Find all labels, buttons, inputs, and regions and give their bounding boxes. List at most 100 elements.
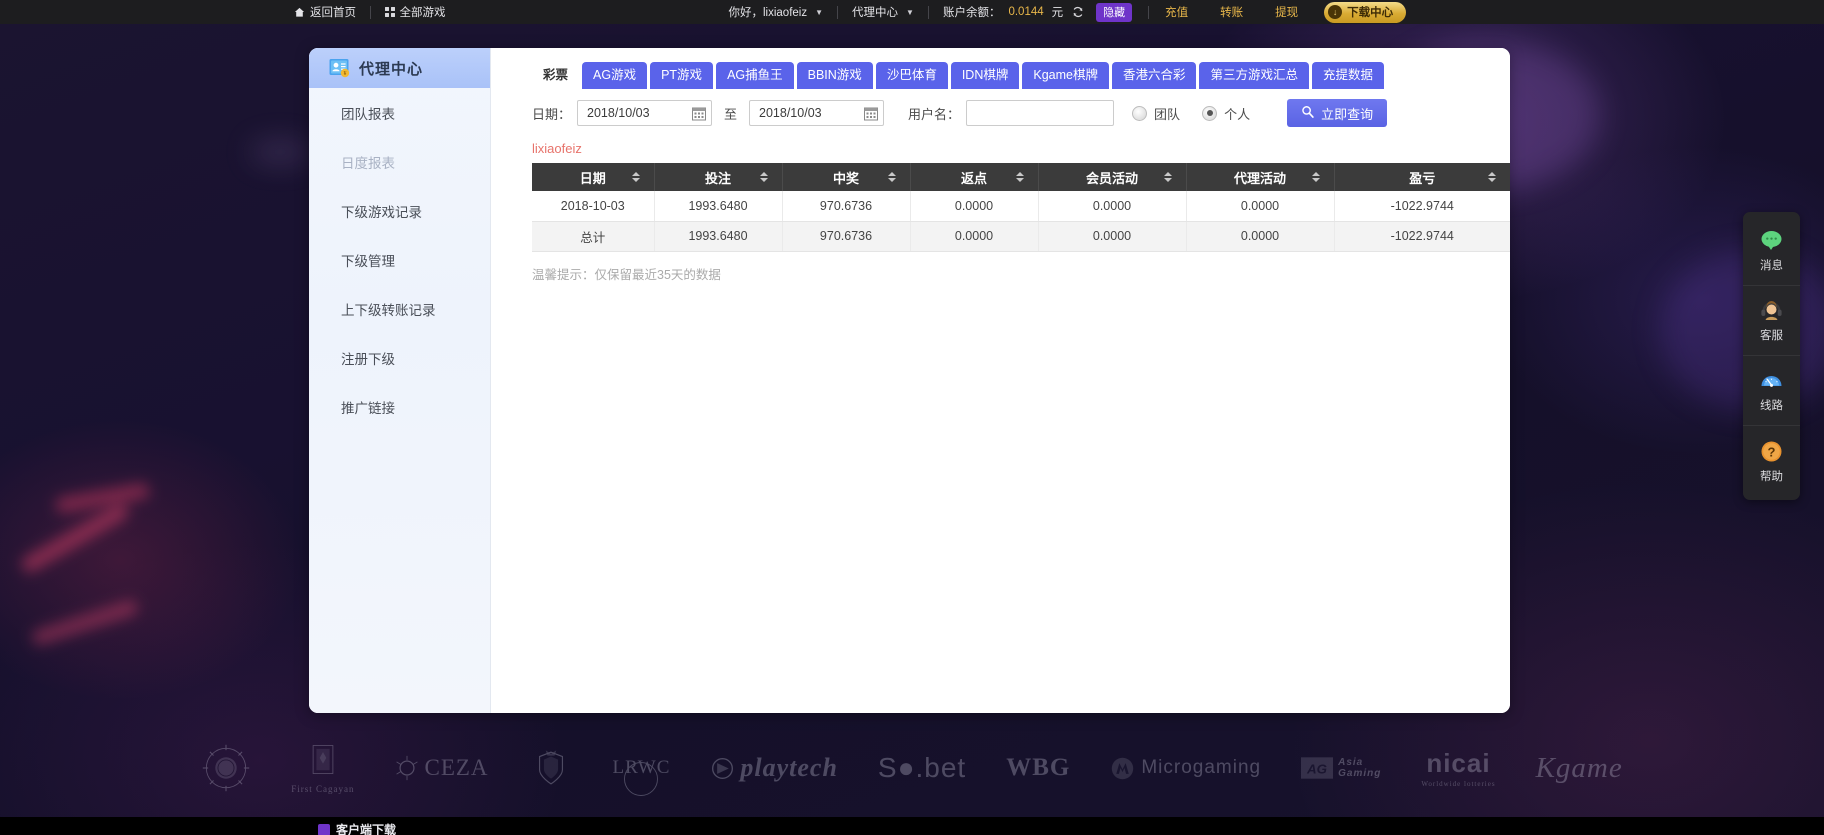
message-bubble-icon [1759,228,1784,253]
home-link-label: 返回首页 [310,7,356,19]
table-total-row: 总计 1993.6480 970.6736 0.0000 0.0000 0.00… [532,221,1510,252]
nebula-streak [54,481,151,515]
date-range-label: 日期： [532,106,572,122]
tab-idn-poker[interactable]: IDN棋牌 [950,62,1020,89]
bottom-bar: 客户端下载 [0,817,1824,835]
tab-third-party-summary[interactable]: 第三方游戏汇总 [1199,62,1309,89]
username-input[interactable] [966,100,1115,126]
sidebar-item-team-report[interactable]: 团队报表 [309,88,490,137]
top-navigation-bar: 返回首页 全部游戏 你好，lixiaofeiz ▼ 代理中心 ▼ 账户余额： 0… [0,0,1824,24]
all-games-link[interactable]: 全部游戏 [371,0,460,24]
tab-label: PT游戏 [661,68,703,82]
query-button-label: 立即查询 [1321,106,1374,122]
agent-center-card: ¥ 代理中心 团队报表 日度报表 下级游戏记录 下级管理 上下级转账记录 注册下… [309,48,1510,713]
sort-icon[interactable] [631,172,640,182]
balance-unit: 元 [1051,7,1064,19]
date-from-value: 2018/10/03 [587,106,650,120]
calendar-icon[interactable] [864,106,879,121]
tab-lottery[interactable]: 彩票 [532,62,580,89]
grid-icon [385,7,395,17]
home-link[interactable]: 返回首页 [280,0,370,24]
playtech-logo: playtech [710,753,838,783]
refresh-icon[interactable] [1072,6,1084,18]
sort-icon[interactable] [759,172,768,182]
sort-icon[interactable] [1163,172,1172,182]
client-download-icon [318,823,330,835]
tab-ag-games[interactable]: AG游戏 [582,62,648,89]
dock-item-messages[interactable]: 消息 [1743,216,1800,286]
sidebar-item-sub-management[interactable]: 下级管理 [309,235,490,284]
sidebar-item-daily-report[interactable]: 日度报表 [309,137,490,186]
content-area: 彩票 AG游戏 PT游戏 AG捕鱼王 BBIN游戏 沙巴体育 IDN棋牌 Kga… [491,48,1510,713]
tab-label: 第三方游戏汇总 [1210,68,1298,82]
microgaming-logo: Microgaming [1110,756,1261,781]
dock-item-line[interactable]: 线路 [1743,356,1800,426]
column-header-win[interactable]: 中奖 [782,163,911,191]
sidebar-item-sub-game-records[interactable]: 下级游戏记录 [309,186,490,235]
cell-total-member-activity: 0.0000 [1038,221,1187,252]
column-header-agent-activity[interactable]: 代理活动 [1186,163,1335,191]
date-from-field[interactable]: 2018/10/03 [577,100,713,126]
agent-center-label: 代理中心 [852,7,899,19]
sidebar-item-register-sub[interactable]: 注册下级 [309,333,490,382]
hide-balance-button[interactable]: 隐藏 [1096,2,1133,22]
column-header-member-activity[interactable]: 会员活动 [1038,163,1187,191]
sidebar-item-promotion-link[interactable]: 推广链接 [309,382,490,431]
tab-label: AG游戏 [593,68,637,82]
download-center-label: 下载中心 [1347,7,1394,19]
filter-bar: 日期： 2018/10/03 至 2018/10/03 用户名： 团队 个人 立… [491,89,1510,127]
tab-deposit-withdraw-data[interactable]: 充提数据 [1312,62,1385,89]
transfer-link[interactable]: 转账 [1204,4,1259,20]
sidebar-menu: 团队报表 日度报表 下级游戏记录 下级管理 上下级转账记录 注册下级 推广链接 [309,88,490,431]
agent-center-menu[interactable]: 代理中心 ▼ [838,0,928,24]
download-center-button[interactable]: ↓ 下载中心 [1324,1,1407,23]
user-greeting-menu[interactable]: 你好，lixiaofeiz ▼ [715,0,838,24]
nebula-streak [19,501,131,575]
sidebar-header: ¥ 代理中心 [309,48,490,88]
tab-label: 彩票 [543,68,569,82]
nicai-logo: nicai Worldwide lotteries [1421,748,1495,788]
tab-kgame-poker[interactable]: Kgame棋牌 [1022,62,1109,89]
column-header-rebate[interactable]: 返点 [910,163,1039,191]
tab-label: IDN棋牌 [961,68,1009,82]
query-button[interactable]: 立即查询 [1287,99,1388,127]
sidebar-item-label: 团队报表 [341,106,395,122]
radio-personal[interactable]: 个人 [1202,104,1250,123]
column-header-bet[interactable]: 投注 [654,163,783,191]
balance-label: 账户余额： [942,7,1001,19]
date-to-value: 2018/10/03 [759,106,822,120]
radio-team[interactable]: 团队 [1132,104,1180,123]
calendar-icon[interactable] [692,106,707,121]
wbg-logo: WBG [1006,754,1070,782]
dock-item-customer-service[interactable]: 客服 [1743,286,1800,356]
column-header-profit-loss[interactable]: 盈亏 [1334,163,1510,191]
recharge-link[interactable]: 充值 [1149,4,1204,20]
download-arrow-icon: ↓ [1328,5,1343,19]
sort-icon[interactable] [1488,172,1496,182]
tab-hk-mark-six[interactable]: 香港六合彩 [1111,62,1197,89]
sidebar-item-transfer-records[interactable]: 上下级转账记录 [309,284,490,333]
wbg-text: WBG [1006,754,1071,781]
withdraw-link[interactable]: 提现 [1259,4,1314,20]
tab-label: 沙巴体育 [886,68,937,82]
sort-icon[interactable] [1015,172,1024,182]
radio-team-label: 团队 [1154,106,1181,122]
cell-total-agent-activity: 0.0000 [1186,221,1335,252]
tab-saba-sports[interactable]: 沙巴体育 [875,62,948,89]
cell-agent-activity: 0.0000 [1186,191,1335,222]
tab-label: Kgame棋牌 [1033,68,1098,82]
tab-ag-fishing[interactable]: AG捕鱼王 [716,62,794,89]
dock-item-label: 客服 [1760,330,1783,342]
dock-item-help[interactable]: ? 帮助 [1743,426,1800,496]
username-label: 用户名： [908,106,961,122]
tab-label: 充提数据 [1323,68,1374,82]
column-header-date[interactable]: 日期 [532,163,655,191]
sort-icon[interactable] [1311,172,1320,182]
sidebar-item-label: 日度报表 [341,155,395,171]
tab-bbin-games[interactable]: BBIN游戏 [796,62,873,89]
tab-pt-games[interactable]: PT游戏 [650,62,714,89]
date-to-field[interactable]: 2018/10/03 [749,100,885,126]
account-balance: 账户余额： 0.0144 元 隐藏 [929,0,1136,24]
sort-icon[interactable] [887,172,896,182]
game-category-tabs: 彩票 AG游戏 PT游戏 AG捕鱼王 BBIN游戏 沙巴体育 IDN棋牌 Kga… [491,48,1510,89]
